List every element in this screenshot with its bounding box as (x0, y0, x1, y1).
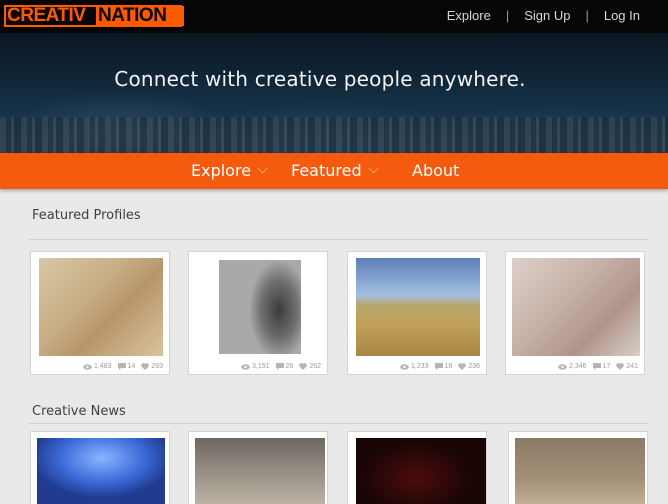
news-card[interactable] (188, 431, 328, 504)
likes-count: 236 (468, 363, 480, 370)
nav-explore[interactable]: Explore (191, 161, 268, 180)
comments-stat: 26 (275, 363, 294, 370)
topnav-signup-link[interactable]: Sign Up (524, 8, 570, 23)
heart-icon (616, 363, 625, 370)
news-card[interactable] (347, 431, 487, 504)
featured-profiles-heading: Featured Profiles (32, 208, 141, 223)
topnav-separator: | (585, 8, 589, 23)
nav-featured[interactable]: Featured (291, 161, 379, 180)
comment-icon (592, 363, 601, 370)
news-thumbnail[interactable] (195, 438, 325, 504)
eye-icon (83, 363, 92, 370)
views-stat: 1,233 (400, 363, 429, 370)
likes-count: 293 (151, 363, 163, 370)
profile-stats: 1,483 14 293 (77, 363, 163, 370)
comments-count: 14 (127, 363, 136, 370)
comments-count: 18 (444, 363, 453, 370)
hero-banner: Connect with creative people anywhere. (0, 33, 668, 153)
profile-card[interactable]: 1,483 14 293 (30, 251, 170, 375)
news-card[interactable] (30, 431, 170, 504)
profile-thumbnail[interactable] (356, 258, 480, 356)
comment-icon (434, 363, 443, 370)
nav-featured-label: Featured (291, 161, 362, 180)
topnav-login-link[interactable]: Log In (604, 8, 640, 23)
comments-stat: 17 (592, 363, 611, 370)
profile-thumbnail[interactable] (39, 258, 163, 356)
section-divider (28, 239, 648, 240)
top-bar: CREATIV NATION Explore | Sign Up | Log I… (0, 0, 668, 33)
eye-icon (400, 363, 409, 370)
comments-count: 26 (285, 363, 294, 370)
comment-icon (275, 363, 284, 370)
chevron-down-icon (368, 163, 379, 174)
comments-count: 17 (602, 363, 611, 370)
views-stat: 1,483 (83, 363, 112, 370)
news-thumbnail[interactable] (515, 438, 645, 504)
likes-stat: 262 (299, 363, 321, 370)
section-divider (28, 423, 648, 424)
views-count: 3,151 (251, 363, 270, 370)
news-card[interactable] (508, 431, 648, 504)
creative-news-heading: Creative News (32, 404, 126, 419)
top-nav: Explore | Sign Up | Log In (447, 8, 640, 23)
profile-stats: 1,233 18 236 (394, 363, 480, 370)
heart-icon (299, 363, 308, 370)
profile-card[interactable]: 2,346 17 241 (505, 251, 645, 375)
heart-icon (458, 363, 467, 370)
likes-count: 262 (309, 363, 321, 370)
likes-stat: 236 (458, 363, 480, 370)
eye-icon (558, 363, 567, 370)
profile-card[interactable]: 1,233 18 236 (347, 251, 487, 375)
nav-about-label: About (412, 161, 460, 180)
views-stat: 2,346 (558, 363, 587, 370)
logo-text-part1: CREATIV (7, 5, 86, 26)
nav-about[interactable]: About (412, 161, 459, 180)
views-count: 1,233 (410, 363, 429, 370)
profile-stats: 2,346 17 241 (552, 363, 638, 370)
eye-icon (241, 363, 250, 370)
comments-stat: 18 (434, 363, 453, 370)
likes-count: 241 (626, 363, 638, 370)
likes-stat: 241 (616, 363, 638, 370)
profile-card[interactable]: 3,151 26 262 (188, 251, 328, 375)
profile-thumbnail[interactable] (512, 258, 640, 356)
news-thumbnail[interactable] (37, 438, 165, 504)
profile-thumbnail[interactable] (219, 260, 301, 354)
views-count: 1,483 (93, 363, 112, 370)
likes-stat: 293 (141, 363, 163, 370)
logo-text-part2: NATION (98, 5, 167, 26)
city-skyline-image (0, 117, 668, 153)
comment-icon (117, 363, 126, 370)
nav-explore-label: Explore (191, 161, 252, 180)
topnav-separator: | (505, 8, 510, 23)
chevron-down-icon (257, 163, 268, 174)
profile-stats: 3,151 26 262 (235, 363, 321, 370)
comments-stat: 14 (117, 363, 136, 370)
hero-tagline: Connect with creative people anywhere. (114, 67, 526, 91)
news-thumbnail[interactable] (356, 438, 486, 504)
topnav-explore-link[interactable]: Explore (447, 8, 491, 23)
creativnation-logo[interactable]: CREATIV NATION (4, 5, 184, 27)
heart-icon (141, 363, 150, 370)
main-nav: Explore Featured About (0, 153, 668, 189)
views-count: 2,346 (568, 363, 587, 370)
views-stat: 3,151 (241, 363, 270, 370)
